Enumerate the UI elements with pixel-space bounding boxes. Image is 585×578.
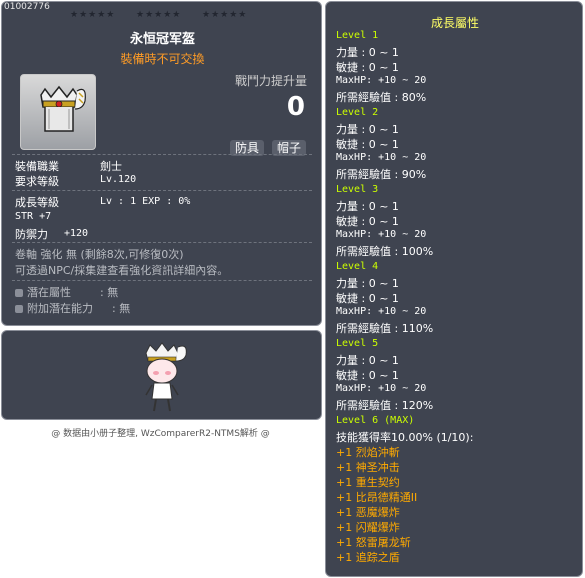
star-group-3: ★★★★★ [202, 10, 248, 20]
growth-level-1-label: Level 1 [336, 30, 379, 41]
divider [12, 190, 312, 191]
item-icon-frame [20, 74, 96, 150]
npc-info: 可透過NPC/採集建查看強化資訊詳細內容。 [15, 264, 229, 277]
skill-item: +1 怒雷屠龙斩 [336, 536, 411, 549]
job-label: 裝備職業 [15, 160, 59, 173]
skill-item: +1 神圣冲击 [336, 461, 400, 474]
skill-item: +1 闪耀爆炸 [336, 521, 400, 534]
star-group-1: ★★★★★ [70, 10, 116, 20]
item-trade-notice: 裝備時不可交換 [120, 52, 205, 66]
potential-icon [15, 289, 23, 297]
potential-value: : 無 [100, 286, 119, 299]
growth-title: 成長屬性 [430, 16, 479, 30]
skill-item: +1 烈焰沖斬 [336, 446, 400, 459]
growth-level-4-hp: MaxHP: +10 ~ 20 [336, 306, 427, 317]
growth-attributes-panel: 成長屬性 Level 1 力量 : 0 ~ 1 敏捷 : 0 ~ 1 MaxHP… [325, 1, 583, 577]
growth-level-3-hp: MaxHP: +10 ~ 20 [336, 229, 427, 240]
star-group-2: ★★★★★ [136, 10, 182, 20]
bonus-potential-icon [15, 305, 23, 313]
growth-level-3-str: 力量 : 0 ~ 1 [336, 200, 399, 213]
skill-item: +1 比昂德精通II [336, 491, 418, 504]
growth-level-3-dex: 敏捷 : 0 ~ 1 [336, 215, 399, 228]
defense-label: 防禦力 [15, 228, 48, 241]
growth-level-2-label: Level 2 [336, 107, 379, 118]
item-id: 01002776 [4, 2, 50, 12]
stat-str: STR +7 [15, 211, 52, 222]
growth-level-5-dex: 敏捷 : 0 ~ 1 [336, 369, 399, 382]
growth-level-value: Lv : 1 EXP : 0% [100, 196, 191, 207]
growth-level-5-str: 力量 : 0 ~ 1 [336, 354, 399, 367]
divider [12, 242, 312, 243]
growth-level-1-hp: MaxHP: +10 ~ 20 [336, 75, 427, 86]
growth-level-2-exp: 所需經驗值 : 90% [336, 168, 427, 181]
combat-power-value: 0 [286, 92, 305, 122]
helmet-icon [40, 85, 86, 132]
avatar-preview-panel [1, 330, 322, 420]
bonus-potential-value: : 無 [112, 302, 131, 315]
growth-level-4-str: 力量 : 0 ~ 1 [336, 277, 399, 290]
growth-level-4-dex: 敏捷 : 0 ~ 1 [336, 292, 399, 305]
defense-value: +120 [64, 228, 89, 239]
growth-level-5-hp: MaxHP: +10 ~ 20 [336, 383, 427, 394]
growth-level-2-hp: MaxHP: +10 ~ 20 [336, 152, 427, 163]
skill-item: +1 追踪之盾 [336, 551, 400, 564]
growth-level-label: 成長等級 [15, 196, 59, 209]
scroll-info: 卷軸 強化 無 (剩餘8次,可修復0次) [15, 248, 184, 261]
growth-level-3-label: Level 3 [336, 184, 379, 195]
req-level-label: 要求等級 [15, 175, 59, 188]
job-value: 劍士 [100, 160, 122, 173]
growth-level-4-label: Level 4 [336, 261, 379, 272]
skill-item: +1 重生契约 [336, 476, 400, 489]
skill-item: +1 恶魔爆炸 [336, 506, 400, 519]
growth-level-4-exp: 所需經驗值 : 110% [336, 322, 434, 335]
growth-level-1-exp: 所需經驗值 : 80% [336, 91, 427, 104]
growth-level-5-exp: 所需經驗值 : 120% [336, 399, 434, 412]
item-name: 永恒冠军盔 [129, 32, 195, 47]
growth-level-max-label: Level 6 (MAX) [336, 415, 415, 426]
skill-acquire-rate: 技能獲得率10.00% (1/10): [336, 431, 474, 444]
bonus-potential-row: 附加潛在能力 [15, 300, 93, 316]
req-level-value: Lv.120 [100, 174, 137, 185]
growth-level-2-dex: 敏捷 : 0 ~ 1 [336, 138, 399, 151]
potential-label: 潛在屬性 [27, 286, 71, 299]
bonus-potential-label: 附加潛在能力 [27, 302, 93, 315]
growth-level-1-str: 力量 : 0 ~ 1 [336, 46, 399, 59]
item-tooltip-panel: 01002776 ★★★★★ ★★★★★ ★★★★★ 永恒冠军盔 裝備時不可交換… [1, 1, 322, 326]
divider [12, 280, 312, 281]
growth-level-3-exp: 所需經驗值 : 100% [336, 245, 434, 258]
divider [12, 154, 312, 155]
growth-level-5-label: Level 5 [336, 338, 379, 349]
growth-level-1-dex: 敏捷 : 0 ~ 1 [336, 61, 399, 74]
combat-power-label: 戰鬥力提升量 [234, 74, 307, 88]
growth-level-2-str: 力量 : 0 ~ 1 [336, 123, 399, 136]
potential-row: 潛在屬性 [15, 284, 71, 300]
credits-footer: @ 数据由小册子整理, WzComparerR2-NTMS解析 @ [51, 429, 270, 439]
character-avatar [145, 342, 187, 412]
